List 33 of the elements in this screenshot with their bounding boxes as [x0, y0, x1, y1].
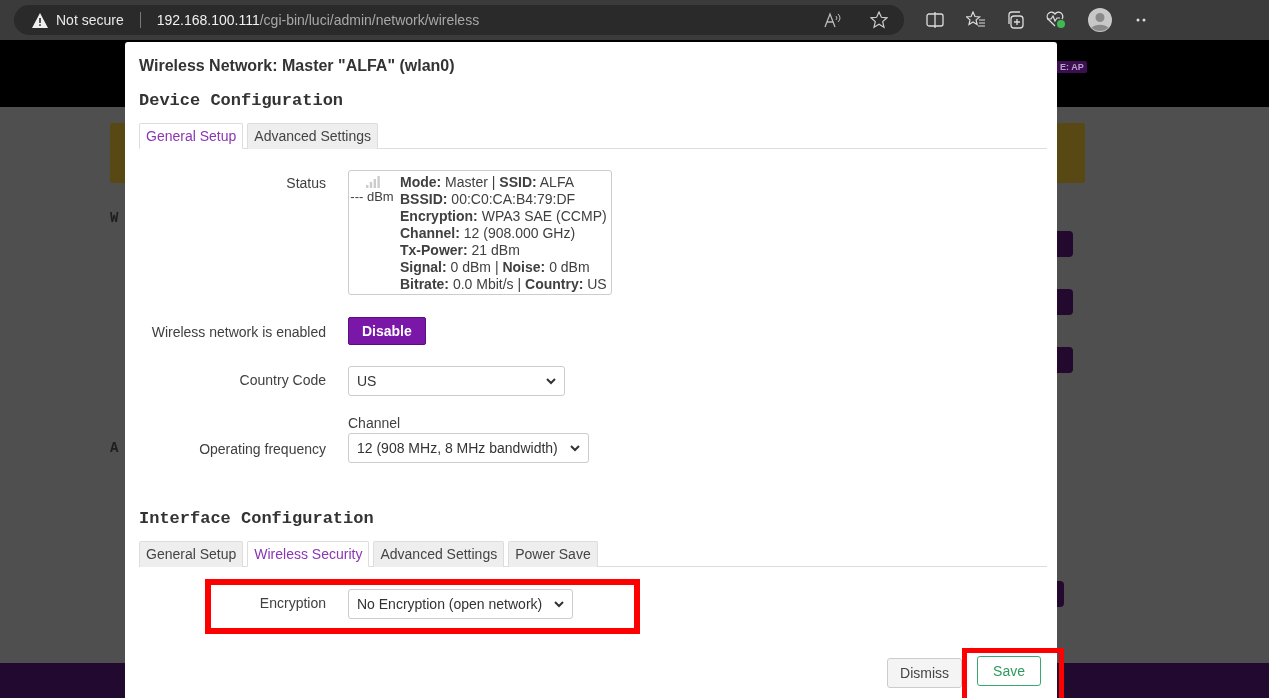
- field-label: Wireless network is enabled: [151, 324, 326, 340]
- status-line: Bitrate: 0.0 Mbit/s | Country: US: [400, 276, 607, 293]
- dialog-button[interactable]: Dismiss: [887, 658, 963, 688]
- field-label: Encryption: [259, 595, 326, 611]
- status-line: Signal: 0 dBm | Noise: 0 dBm: [400, 259, 591, 276]
- tab[interactable]: Power Save: [508, 541, 598, 567]
- tab[interactable]: General Setup: [139, 123, 244, 149]
- mode-badge: E: AP: [1057, 61, 1087, 73]
- tab[interactable]: Wireless Security: [247, 541, 370, 567]
- security-label[interactable]: Not secure: [56, 12, 124, 28]
- status-line: BSSID: 00:C0:CA:B4:79:DF: [400, 191, 577, 208]
- address-bar[interactable]: Not secure 192.168.100.111/cgi-bin/luci/admin/network/wireless: [14, 5, 904, 35]
- select-field[interactable]: US: [348, 366, 565, 396]
- status-line: Encryption: WPA3 SAE (CCMP): [400, 208, 607, 225]
- dialog-button[interactable]: Save: [977, 656, 1041, 686]
- tab[interactable]: Advanced Settings: [373, 541, 505, 567]
- disable-button[interactable]: Disable: [348, 317, 426, 345]
- select-field[interactable]: No Encryption (open network): [348, 589, 574, 619]
- field-label: Status: [286, 175, 326, 191]
- signal-reading: --- dBm: [350, 188, 394, 205]
- status-line: Tx-Power: 21 dBm: [400, 242, 521, 259]
- field-label: Country Code: [239, 372, 326, 388]
- tab[interactable]: Advanced Settings: [247, 123, 379, 149]
- status-line: Mode: Master | SSID: ALFA: [400, 174, 575, 191]
- select-field[interactable]: 12 (908 MHz, 8 MHz bandwidth): [348, 433, 589, 463]
- field-caption: Channel: [348, 415, 402, 431]
- section-heading: Device Configuration: [139, 91, 345, 110]
- url-text[interactable]: 192.168.100.111/cgi-bin/luci/admin/network/wireless: [156, 12, 480, 28]
- section-heading: Interface Configuration: [139, 509, 375, 528]
- status-line: Channel: 12 (908.000 GHz): [400, 225, 577, 242]
- tab[interactable]: General Setup: [139, 541, 244, 567]
- field-label: Operating frequency: [199, 441, 326, 457]
- dialog-title: Wireless Network: Master "ALFA" (wlan0): [139, 57, 456, 75]
